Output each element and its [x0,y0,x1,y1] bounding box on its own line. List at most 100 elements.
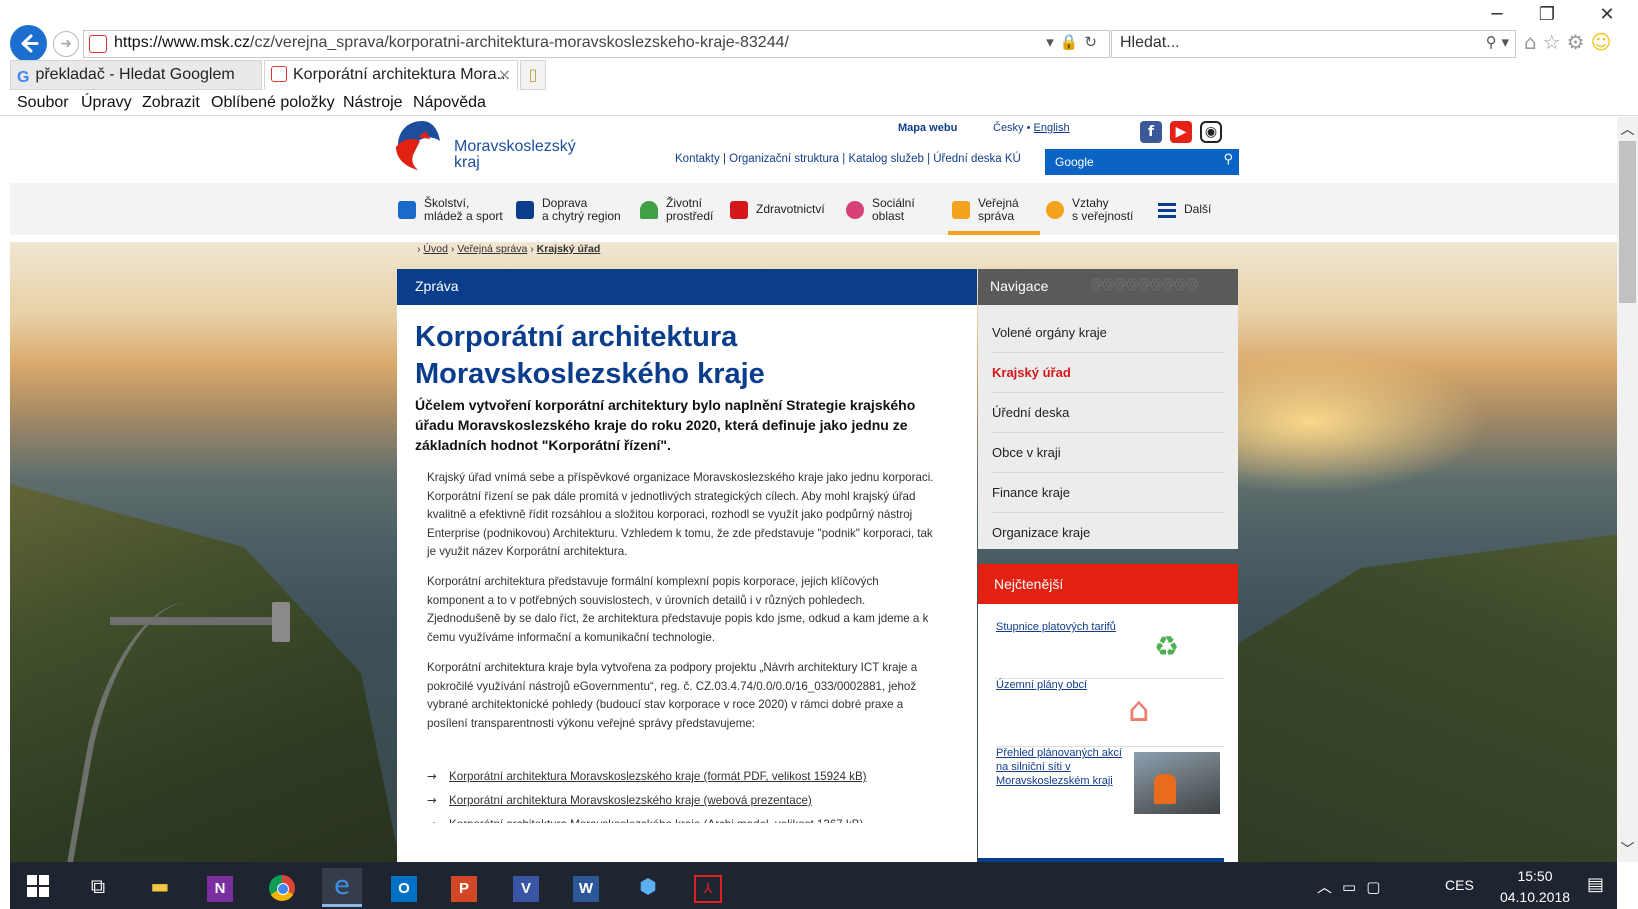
side-nav-item-volene-organy[interactable]: Volené orgány kraje [992,313,1224,353]
side-nav-item-obce-v-kraji[interactable]: Obce v kraji [992,433,1224,473]
logo-line1: Moravskoslezský [454,138,576,155]
doc-link-label[interactable]: Korporátní architektura Moravskoslezskéh… [449,770,867,783]
nav-vztahy-s-verejnosti[interactable]: Vztahy s veřejností [1046,183,1146,235]
doc-link-label[interactable]: Korporátní architektura Moravskoslezskéh… [449,818,863,823]
menu-napoveda[interactable]: Nápověda [413,94,486,112]
close-tab-icon[interactable]: × [498,61,511,89]
nav-zdravotnictvi[interactable]: Zdravotnictví [730,183,840,235]
side-nav-item-organizace-kraje[interactable]: Organizace kraje [992,513,1224,552]
site-logo[interactable]: Moravskoslezský kraj [392,117,582,177]
start-button[interactable] [18,868,58,904]
search-dropdown-icon[interactable]: ▾ [1501,33,1509,51]
nav-zivotni-prostredi[interactable]: Životní prostředí [640,183,725,235]
google-icon: G [17,69,30,86]
doc-link-pdf[interactable]: → Korporátní architektura Moravskoslezské… [427,769,867,783]
breadcrumb-krajsky-urad[interactable]: Krajský úřad [537,243,601,255]
breadcrumb-uvod[interactable]: Úvod [423,243,448,255]
file-explorer-icon[interactable]: ▬ [140,868,180,904]
dropdown-icon[interactable]: ▾ [1046,33,1060,51]
side-nav-item-finance-kraje[interactable]: Finance kraje [992,473,1224,513]
most-read-title: Nejčtenější [994,576,1064,592]
forward-button[interactable]: ➜ [53,31,79,57]
feedback-smiley-icon[interactable]: ☺ [1591,30,1618,54]
scrollbar-thumb[interactable] [1619,141,1636,303]
powerpoint-icon[interactable]: P [444,868,484,904]
scroll-down-icon[interactable]: ﹀ [1619,839,1636,859]
most-read-link[interactable]: Územní plány obcí [996,678,1136,692]
tray-icons: ︿▭▢ [1317,876,1390,897]
network-icon[interactable]: ▢ [1366,878,1390,896]
nav-dalsi[interactable]: Další [1158,183,1228,235]
quick-links[interactable]: Kontakty | Organizační struktura | Katal… [675,153,1021,165]
menu-soubor[interactable]: Soubor [17,94,69,112]
browser-search-input[interactable]: Hledat... [1120,34,1180,52]
tab-msk-article[interactable]: Korporátní architektura Mora... × [264,60,518,90]
breadcrumb-verejna-sprava[interactable]: Veřejná správa [457,243,527,255]
side-nav-item-uredni-deska[interactable]: Úřední deska [992,393,1224,433]
nav-socialni-oblast[interactable]: Sociální oblast [846,183,941,235]
site-search-box[interactable]: Google ⚲ [1045,149,1239,175]
lang-cz-link[interactable]: Česky [993,122,1024,134]
chrome-icon[interactable] [262,868,302,904]
menu-oblibene-polozky[interactable]: Oblíbené položky [211,94,335,112]
battery-icon[interactable]: ▭ [1342,878,1366,896]
most-read-item[interactable]: Stupnice platových tarifů ♻ [996,620,1224,679]
doc-link-archi[interactable]: → Korporátní architektura Moravskoslezské… [427,817,863,823]
notification-icon[interactable]: ▤ [1587,874,1604,895]
msk-logo-mark [396,121,440,170]
site-search-input[interactable]: Google [1055,155,1094,169]
back-button[interactable] [10,25,47,62]
nav-doprava[interactable]: Doprava a chytrý region [516,183,634,235]
address-bar[interactable]: https://www.msk.cz/cz/verejna_sprava/kor… [83,30,1110,58]
search-icon[interactable]: ⚲ [1223,152,1233,167]
menu-zobrazit[interactable]: Zobrazit [142,94,200,112]
refresh-icon[interactable]: ↻ [1084,33,1103,51]
new-tab-button[interactable]: ▯ [520,60,546,90]
restore-button[interactable]: ❐ [1524,2,1570,28]
side-nav-item-krajsky-urad[interactable]: Krajský úřad [992,353,1224,393]
facebook-icon[interactable]: f [1140,121,1162,143]
favorites-star-icon[interactable]: ☆ [1543,30,1567,54]
minimize-button[interactable]: ─ [1474,2,1520,28]
most-read-link[interactable]: Přehled plánovaných akcí na silniční sít… [996,746,1128,788]
instagram-icon[interactable]: ◉ [1200,121,1222,143]
article-lead: Účelem vytvoření korporátní architektury… [415,397,916,453]
lock-icon[interactable]: 🔒 [1060,33,1085,51]
menu-upravy[interactable]: Úpravy [81,94,132,112]
task-view-icon[interactable]: ⧉ [78,868,118,904]
input-language[interactable]: CES [1445,877,1474,893]
most-read-link[interactable]: Stupnice platových tarifů [996,620,1136,634]
doc-link-web[interactable]: → Korporátní architektura Moravskoslezské… [427,793,812,807]
onenote-icon[interactable]: N [200,868,240,904]
search-icon[interactable]: ⚲ [1486,33,1497,51]
menu-nastroje[interactable]: Nástroje [343,94,403,112]
page-viewport: Moravskoslezský kraj Mapa webu Česky • En… [10,117,1617,862]
chevron-up-icon[interactable]: ︿ [1317,878,1342,896]
sitemap-link[interactable]: Mapa webu [898,122,957,134]
clock-date[interactable]: 04.10.2018 [1489,889,1581,905]
nav-skolstvi[interactable]: Školství, mládež a sport [398,183,508,235]
road-works-thumbnail[interactable] [1134,752,1220,814]
doc-link-label[interactable]: Korporátní architektura Moravskoslezskéh… [449,794,812,807]
word-icon[interactable]: W [566,868,606,904]
gear-icon[interactable]: ⚙ [1567,30,1591,54]
acrobat-icon[interactable]: ⅄ [688,868,728,904]
page-scrollbar[interactable]: ︿ ﹀ [1617,117,1638,862]
youtube-icon[interactable]: ▶ [1170,121,1192,143]
cube-app-icon[interactable]: ⬢ [628,868,668,904]
lang-en-link[interactable]: English [1034,122,1070,134]
browser-search-box[interactable]: Hledat... ⚲ ▾ [1111,30,1516,58]
visio-icon[interactable]: V [506,868,546,904]
scroll-up-icon[interactable]: ︿ [1619,119,1636,139]
internet-explorer-icon[interactable]: e [322,868,362,907]
close-window-button[interactable]: ✕ [1584,2,1630,28]
most-read-item[interactable]: Územní plány obcí ⌂ [996,678,1224,747]
nav-verejna-sprava[interactable]: Veřejná správa [952,183,1040,235]
address-url[interactable]: https://www.msk.cz/cz/verejna_sprava/kor… [114,34,789,52]
home-icon[interactable]: ⌂ [1524,30,1543,54]
most-read-item[interactable]: Přehled plánovaných akcí na silniční sít… [996,746,1224,824]
outlook-icon[interactable]: O [384,868,424,904]
clock-time[interactable]: 15:50 [1495,868,1575,884]
msk-favicon [89,35,107,53]
tab-google-search[interactable]: Gpřekladač - Hledat Googlem [10,60,262,90]
